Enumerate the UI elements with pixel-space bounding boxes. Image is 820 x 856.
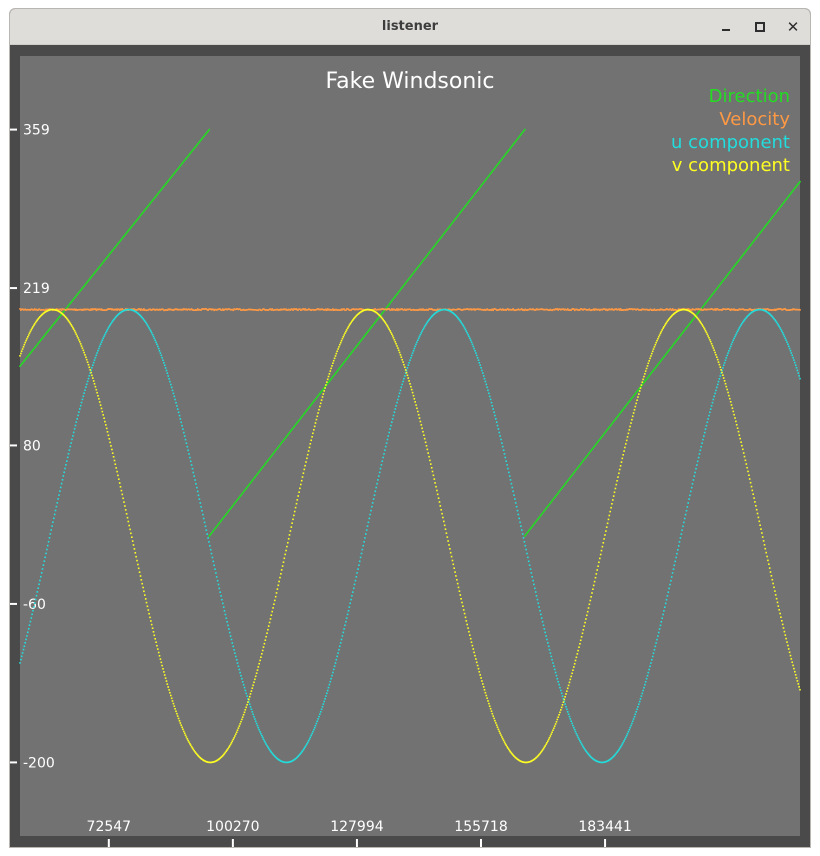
x-tick-label: 72547 <box>87 819 132 835</box>
legend-item-direction: Direction <box>709 86 790 107</box>
plot-frame: Fake Windsonic Direction Velocity u compon… <box>10 46 810 847</box>
y-tick-label: -60 <box>23 597 46 613</box>
legend-item-u-component: u component <box>671 132 790 153</box>
window-title: listener <box>381 19 439 34</box>
close-button[interactable]: ✕ <box>781 15 805 39</box>
app-window: listener ✕ Fake Windsonic Direction Veloc… <box>9 8 811 848</box>
y-tick-label: 359 <box>23 123 50 139</box>
maximize-icon <box>755 22 765 32</box>
legend-item-v-component: v component <box>672 155 790 176</box>
minimize-button[interactable] <box>714 15 738 39</box>
legend-item-velocity: Velocity <box>719 109 790 130</box>
x-tick-label: 100270 <box>206 819 259 835</box>
title-bar[interactable]: listener ✕ <box>10 9 810 45</box>
y-tick-label: 219 <box>23 281 50 297</box>
y-tick-label: 80 <box>23 438 41 454</box>
x-tick-label: 183441 <box>578 819 631 835</box>
close-icon: ✕ <box>786 17 800 36</box>
chart-canvas: Fake Windsonic DirectionVelocityu compon… <box>10 56 801 847</box>
x-tick-label: 155718 <box>454 819 507 835</box>
minimize-icon <box>722 29 730 31</box>
chart-title: Fake Windsonic <box>326 69 495 94</box>
y-tick-label: -200 <box>23 755 55 771</box>
x-tick-label: 127994 <box>330 819 384 835</box>
maximize-button[interactable] <box>748 15 772 39</box>
